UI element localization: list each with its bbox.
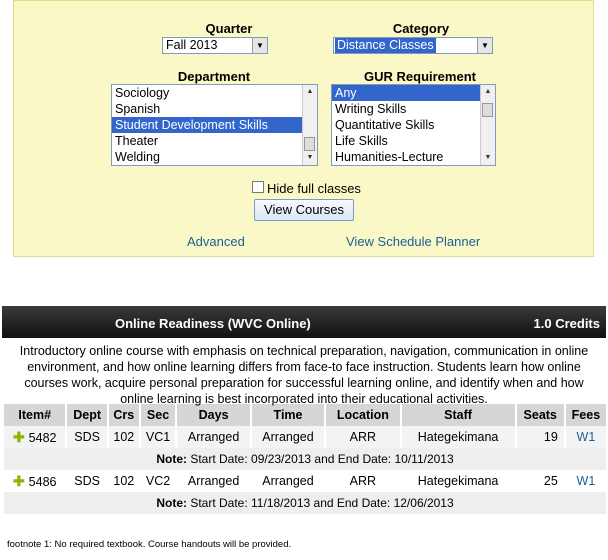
- scroll-up-icon[interactable]: ▲: [481, 85, 495, 99]
- cell-seats: 25: [514, 470, 565, 492]
- gur-listbox[interactable]: Any Writing Skills Quantitative Skills Life…: [331, 84, 496, 166]
- cell-fees[interactable]: W1: [563, 426, 606, 448]
- view-courses-button[interactable]: View Courses: [254, 199, 354, 221]
- cell-crs: 102: [106, 426, 140, 448]
- cell-item[interactable]: ✚ 5486: [1, 470, 67, 492]
- scroll-thumb[interactable]: [482, 103, 493, 117]
- department-option[interactable]: Spanish: [112, 101, 317, 117]
- column-header: Item#: [1, 404, 67, 426]
- quarter-select[interactable]: Fall 2013 ▼: [162, 37, 268, 54]
- course-description: Introductory online course with emphasis…: [19, 344, 589, 406]
- fee-link[interactable]: W1: [577, 430, 596, 444]
- cell-item[interactable]: ✚ 5482: [1, 426, 67, 448]
- gur-option[interactable]: Humanities-Lecture: [332, 149, 495, 165]
- section-note: Note: Start Date: 09/23/2013 and End Dat…: [2, 448, 606, 470]
- cell-time: Arranged: [249, 470, 326, 492]
- department-option[interactable]: Sociology: [112, 85, 317, 101]
- gur-label: GUR Requirement: [364, 69, 476, 84]
- scroll-thumb[interactable]: [304, 137, 315, 151]
- column-header: Crs: [106, 404, 140, 426]
- department-label: Department: [177, 69, 251, 84]
- gur-option[interactable]: Any: [332, 85, 495, 101]
- cell-staff: Hategekimana: [399, 470, 516, 492]
- chevron-down-icon: ▼: [252, 38, 267, 53]
- chevron-down-icon: ▼: [477, 38, 492, 53]
- table-row: ✚ 5486 SDS 102 VC2 Arranged Arranged ARR Hategek…: [1, 470, 606, 492]
- column-header: Staff: [399, 404, 516, 426]
- column-header: Location: [324, 404, 401, 426]
- cell-dept: SDS: [65, 470, 108, 492]
- fee-link[interactable]: W1: [577, 474, 596, 488]
- search-panel: Quarter Fall 2013 ▼ Category Distance Cl…: [13, 0, 594, 257]
- cell-days: Arranged: [175, 426, 251, 448]
- cell-time: Arranged: [249, 426, 326, 448]
- quarter-label: Quarter: [205, 21, 253, 36]
- note-label: Note:: [156, 496, 187, 510]
- category-value: Distance Classes: [335, 38, 436, 53]
- scroll-down-icon[interactable]: ▼: [303, 151, 317, 165]
- column-header: Time: [249, 404, 326, 426]
- add-icon[interactable]: ✚: [13, 473, 25, 490]
- category-select[interactable]: Distance Classes ▼: [333, 37, 493, 54]
- hide-full-label: Hide full classes: [267, 181, 361, 196]
- cell-sec: VC2: [138, 470, 177, 492]
- column-header: Sec: [138, 404, 177, 426]
- gur-option[interactable]: Writing Skills: [332, 101, 495, 117]
- table-header-row: Item# Dept Crs Sec Days Time Location Staff Seat…: [1, 404, 606, 426]
- cell-dept: SDS: [65, 426, 108, 448]
- course-block: Online Readiness (WVC Online) 1.0 Credit…: [1, 306, 606, 514]
- column-header: Days: [175, 404, 251, 426]
- gur-option[interactable]: Life Skills: [332, 133, 495, 149]
- section-note: Note: Start Date: 11/18/2013 and End Dat…: [2, 492, 606, 514]
- department-listbox[interactable]: Sociology Spanish Student Development Skil…: [111, 84, 318, 166]
- department-option[interactable]: Welding: [112, 149, 317, 165]
- course-credits: 1.0 Credits: [533, 316, 600, 331]
- category-label: Category: [392, 21, 450, 36]
- cell-sec: VC1: [138, 426, 177, 448]
- note-row: Note: Start Date: 11/18/2013 and End Dat…: [2, 492, 606, 514]
- department-scrollbar[interactable]: ▲ ▼: [302, 85, 317, 165]
- cell-location: ARR: [324, 470, 401, 492]
- cell-staff: Hategekimana: [399, 426, 516, 448]
- column-header: Fees: [563, 404, 606, 426]
- sections-table: Item# Dept Crs Sec Days Time Location Staff Seat…: [1, 404, 606, 514]
- department-option[interactable]: Theater: [112, 133, 317, 149]
- department-option[interactable]: Student Development Skills: [112, 117, 317, 133]
- advanced-link[interactable]: Advanced: [187, 234, 245, 249]
- scroll-up-icon[interactable]: ▲: [303, 85, 317, 99]
- column-header: Seats: [514, 404, 565, 426]
- gur-option[interactable]: Quantitative Skills: [332, 117, 495, 133]
- table-row: ✚ 5482 SDS 102 VC1 Arranged Arranged ARR Hategek…: [1, 426, 606, 448]
- column-header: Dept: [65, 404, 108, 426]
- course-title: Online Readiness (WVC Online): [115, 316, 311, 331]
- note-row: Note: Start Date: 09/23/2013 and End Dat…: [2, 448, 606, 470]
- quarter-value: Fall 2013: [166, 38, 218, 52]
- cell-seats: 19: [514, 426, 565, 448]
- cell-days: Arranged: [175, 470, 251, 492]
- cell-location: ARR: [324, 426, 401, 448]
- view-schedule-planner-link[interactable]: View Schedule Planner: [346, 234, 480, 249]
- gur-scrollbar[interactable]: ▲ ▼: [480, 85, 495, 165]
- add-icon[interactable]: ✚: [13, 429, 25, 446]
- note-label: Note:: [156, 452, 187, 466]
- cell-fees[interactable]: W1: [563, 470, 606, 492]
- scroll-down-icon[interactable]: ▼: [481, 151, 495, 165]
- hide-full-checkbox[interactable]: [252, 181, 264, 193]
- course-header: Online Readiness (WVC Online) 1.0 Credit…: [2, 306, 606, 338]
- footnote: footnote 1: No required textbook. Course…: [7, 539, 292, 550]
- cell-crs: 102: [106, 470, 140, 492]
